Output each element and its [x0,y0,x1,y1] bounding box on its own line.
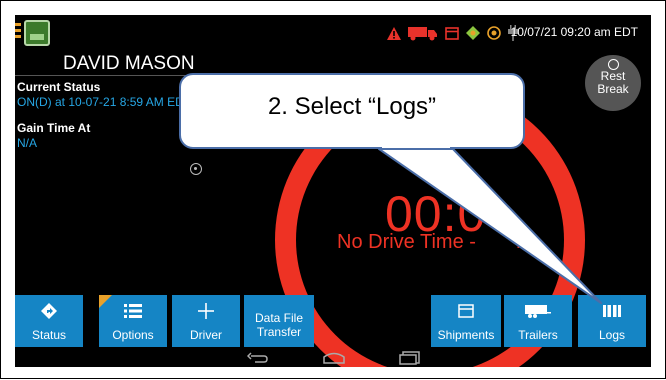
figure-frame: 10/07/21 09:20 am EDT DAVID MASON Curren… [0,0,666,379]
callout-pointer [378,148,602,304]
callout-text: 2. Select “Logs” [267,93,437,120]
instruction-callout: 2. Select “Logs” [179,73,525,149]
